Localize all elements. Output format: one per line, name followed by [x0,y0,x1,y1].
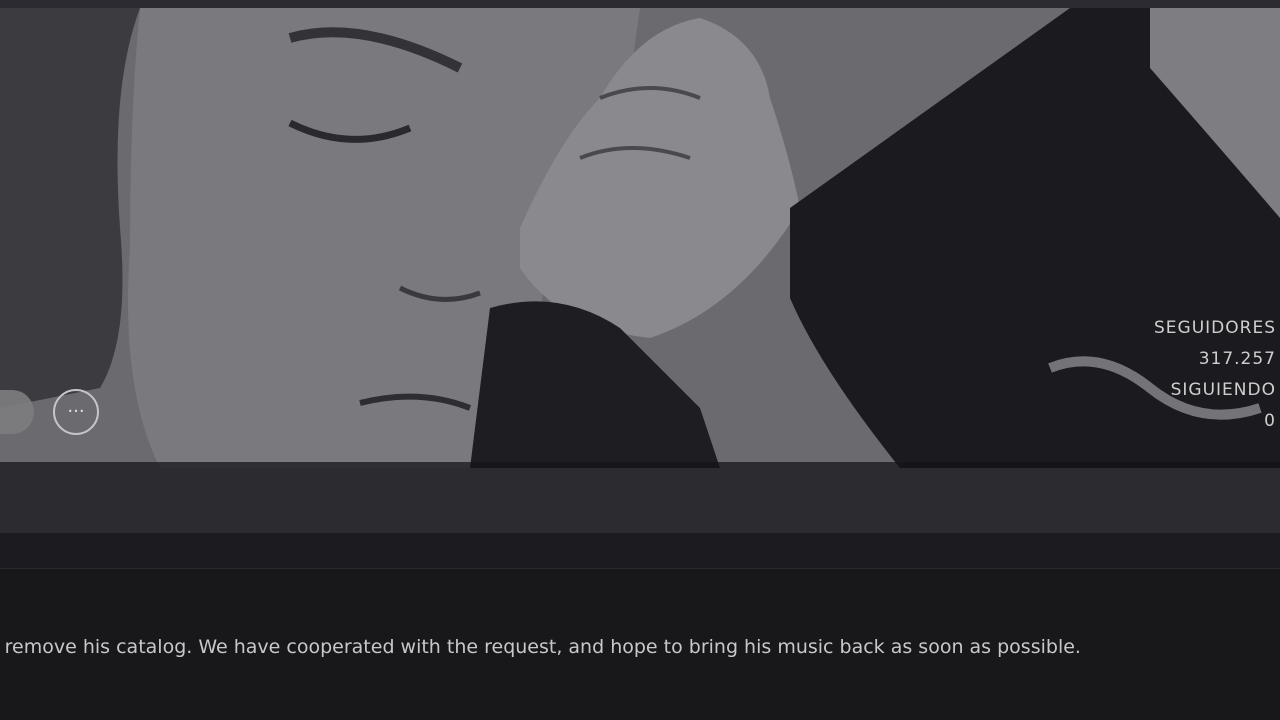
more-options-button[interactable]: ··· [53,389,99,435]
artist-header-photo [0,8,1280,533]
artist-stats: SEGUIDORES 317.257 SIGUIENDO 0 [1154,313,1276,437]
window-top-strip [0,0,1280,8]
following-label: SIGUIENDO [1170,380,1276,400]
followers-label: SEGUIDORES [1154,318,1276,338]
artist-header: ··· SEGUIDORES 317.257 SIGUIENDO 0 [0,8,1280,533]
catalog-notice: o remove his catalog. We have cooperated… [0,636,1081,658]
artist-tab-bar [0,533,1280,569]
more-dots-icon: ··· [67,401,85,422]
followers-count: 317.257 [1198,349,1276,369]
header-overlay-band [0,462,1280,533]
following-count: 0 [1264,411,1276,431]
